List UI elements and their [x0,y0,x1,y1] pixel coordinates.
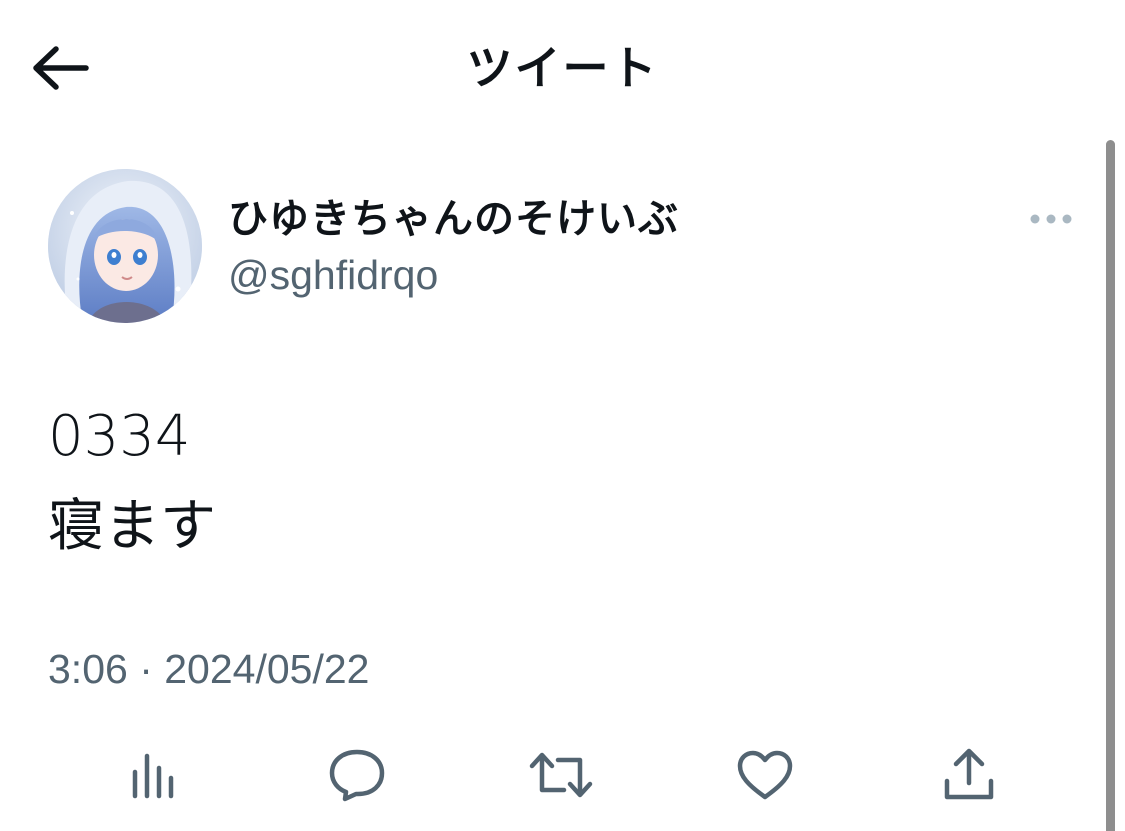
tweet-detail-screen: ツイート ひゆきちゃんのそけいぶ @sghfidrqo 0334 寝ます 3:0… [0,0,1125,831]
more-dots-icon [1030,214,1072,224]
tweet-text: 0334 寝ます [48,404,216,559]
views-button[interactable] [118,740,188,810]
share-button[interactable] [934,740,1004,810]
heart-icon [737,750,793,800]
more-options-button[interactable] [1024,204,1078,234]
like-button[interactable] [730,740,800,810]
action-bar [0,730,1100,820]
retweet-icon [529,752,593,798]
scrollbar[interactable] [1106,140,1115,831]
chat-bubble-icon [329,749,385,802]
page-title: ツイート [466,41,659,95]
author-handle[interactable]: @sghfidrqo [228,248,438,302]
avatar-image [48,169,202,323]
tweet-timestamp[interactable]: 3:06 · 2024/05/22 [48,640,369,698]
share-upload-icon [944,748,994,800]
reply-button[interactable] [322,740,392,810]
bar-chart-icon [132,753,174,799]
author-display-name[interactable]: ひゆきちゃんのそけいぶ [228,190,679,248]
top-bar: ツイート [0,0,1125,134]
retweet-button[interactable] [526,740,596,810]
avatar[interactable] [48,169,202,323]
